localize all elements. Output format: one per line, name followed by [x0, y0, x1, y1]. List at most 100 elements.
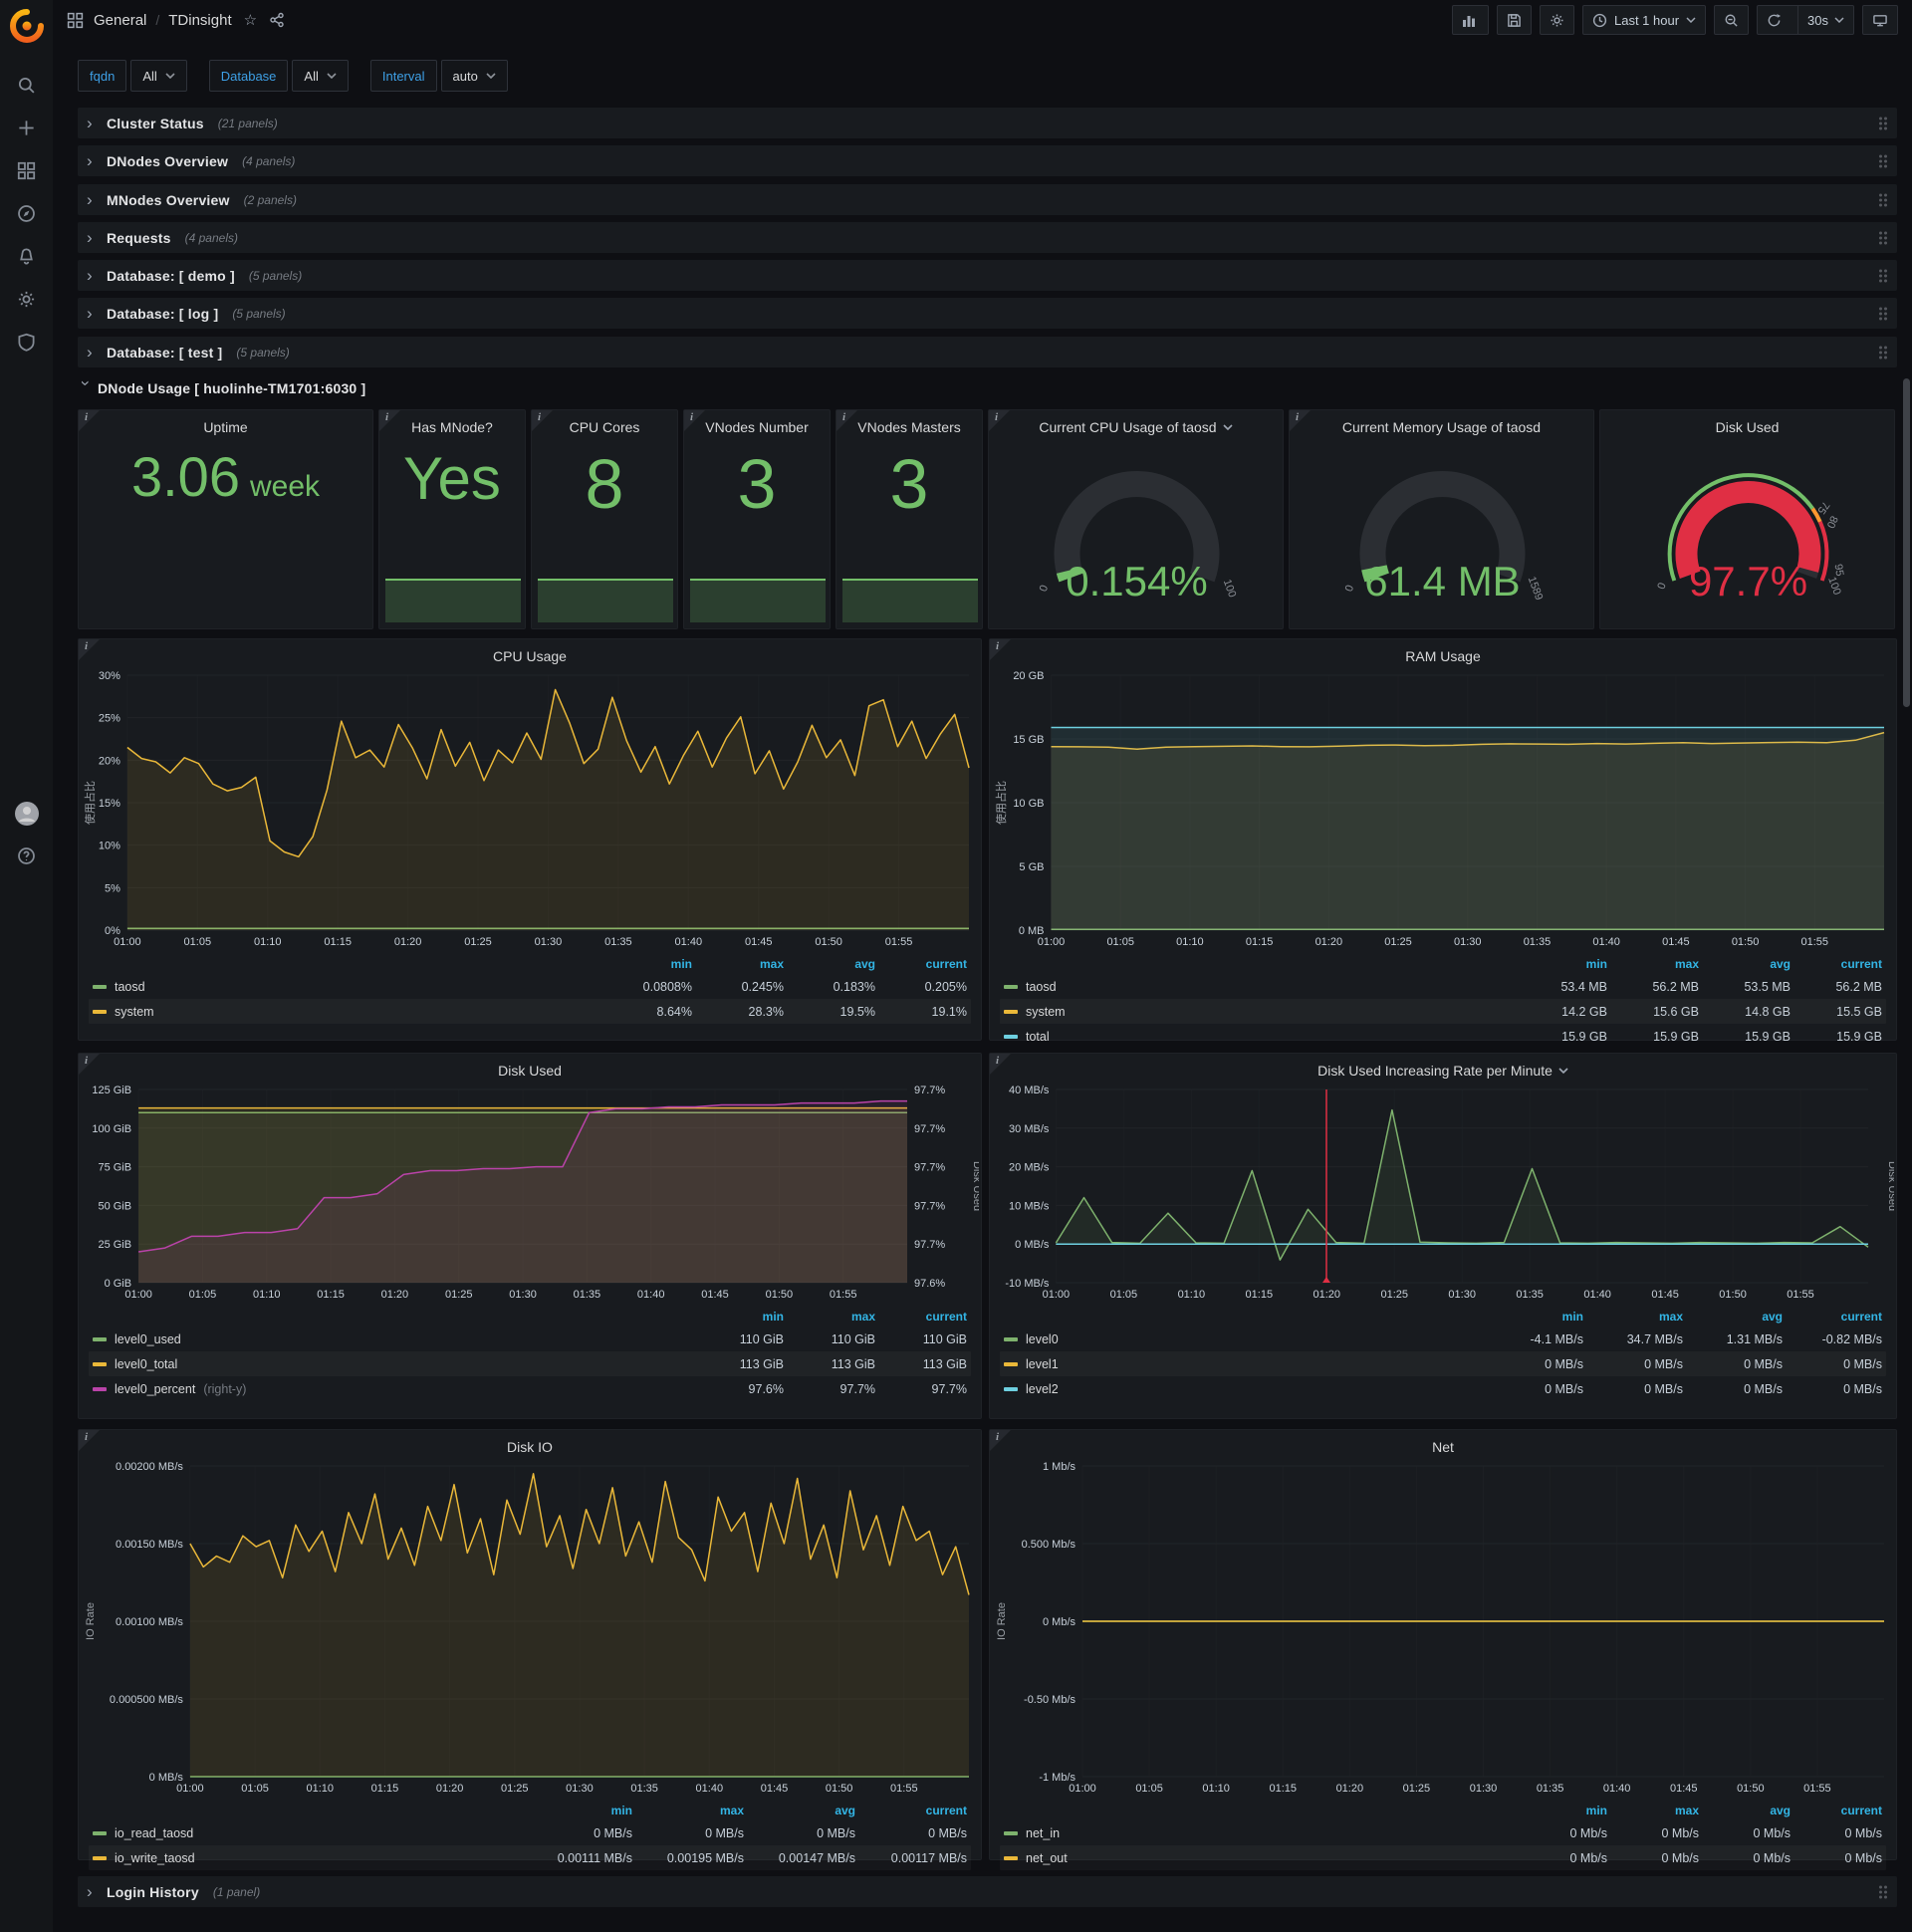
panel-info-corner[interactable]	[1290, 410, 1311, 431]
row-requests[interactable]: › Requests (4 panels)	[78, 222, 1897, 253]
legend-column-header[interactable]: current	[875, 1310, 967, 1324]
panel-info-corner[interactable]	[990, 1430, 1011, 1451]
legend-column-header[interactable]: min	[521, 1804, 632, 1817]
alerting-icon[interactable]	[0, 235, 53, 278]
disk-io-plot[interactable]: 01:00 01:05 01:10 01:15 01:20 01:25 01:30 01:35…	[83, 1458, 977, 1797]
legend-column-header[interactable]: avg	[1683, 1310, 1783, 1324]
legend-column-header[interactable]: min	[1484, 1310, 1583, 1324]
legend-column-header[interactable]: avg	[1699, 1804, 1791, 1817]
panel-title[interactable]: Current CPU Usage of taosd	[989, 410, 1283, 438]
legend-series-name[interactable]: level0_percent (right-y)	[93, 1382, 692, 1396]
row-database-log-[interactable]: › Database: [ log ] (5 panels)	[78, 298, 1897, 329]
legend-column-header[interactable]: min	[600, 957, 692, 971]
legend-series-name[interactable]: net_in	[1004, 1826, 1516, 1840]
legend-series-name[interactable]: level0_total	[93, 1357, 692, 1371]
legend-column-header[interactable]: current	[1791, 957, 1882, 971]
refresh-button[interactable]	[1758, 6, 1791, 34]
row-database-test-[interactable]: › Database: [ test ] (5 panels)	[78, 337, 1897, 367]
search-icon[interactable]	[0, 64, 53, 107]
row-dnode-usage[interactable]: › DNode Usage [ huolinhe-TM1701:6030 ]	[77, 375, 365, 401]
grafana-logo-icon[interactable]	[7, 6, 47, 46]
legend-column-header[interactable]: avg	[784, 957, 875, 971]
panel-info-corner[interactable]	[684, 410, 705, 431]
legend-series-name[interactable]: io_write_taosd	[93, 1851, 521, 1865]
breadcrumb-folder[interactable]: General	[94, 12, 146, 29]
drag-handle-icon[interactable]	[1879, 307, 1887, 320]
legend-series-name[interactable]: taosd	[1004, 980, 1516, 994]
server-admin-shield-icon[interactable]	[0, 321, 53, 363]
legend-series-name[interactable]: level2	[1004, 1382, 1484, 1396]
row-dnodes-overview[interactable]: › DNodes Overview (4 panels)	[78, 145, 1897, 176]
save-dashboard-button[interactable]	[1496, 5, 1532, 35]
legend-column-header[interactable]: current	[855, 1804, 967, 1817]
legend-series-name[interactable]: system	[1004, 1005, 1516, 1019]
drag-handle-icon[interactable]	[1879, 117, 1887, 129]
legend-series-name[interactable]: level1	[1004, 1357, 1484, 1371]
variable-interval-select[interactable]: auto	[440, 60, 508, 92]
row-login-history[interactable]: › Login History (1 panel)	[78, 1876, 1897, 1907]
drag-handle-icon[interactable]	[1879, 1885, 1887, 1898]
time-range-picker[interactable]: Last 1 hour	[1581, 5, 1707, 35]
row-cluster-status[interactable]: › Cluster Status (21 panels)	[78, 108, 1897, 138]
legend-column-header[interactable]: current	[1783, 1310, 1882, 1324]
legend-series-name[interactable]: io_read_taosd	[93, 1826, 521, 1840]
legend-series-name[interactable]: net_out	[1004, 1851, 1516, 1865]
legend-series-name[interactable]: taosd	[93, 980, 600, 994]
legend-column-header[interactable]: min	[692, 1310, 784, 1324]
variable-database-select[interactable]: All	[292, 60, 349, 92]
panel-title[interactable]: Disk Used Increasing Rate per Minute	[990, 1054, 1896, 1082]
breadcrumb-dashboard-title[interactable]: TDinsight	[168, 12, 231, 29]
panel-info-corner[interactable]	[79, 639, 100, 660]
drag-handle-icon[interactable]	[1879, 231, 1887, 244]
drag-handle-icon[interactable]	[1879, 346, 1887, 359]
panel-info-corner[interactable]	[990, 639, 1011, 660]
panel-info-corner[interactable]	[79, 410, 100, 431]
legend-column-header[interactable]: avg	[744, 1804, 855, 1817]
add-panel-button[interactable]	[1451, 5, 1489, 35]
help-icon[interactable]	[0, 835, 53, 877]
drag-handle-icon[interactable]	[1879, 193, 1887, 206]
legend-series-name[interactable]: system	[93, 1005, 600, 1019]
drag-handle-icon[interactable]	[1879, 269, 1887, 282]
star-icon[interactable]: ☆	[244, 11, 257, 29]
explore-icon[interactable]	[0, 192, 53, 235]
user-avatar[interactable]	[0, 792, 53, 835]
legend-column-header[interactable]: min	[1516, 957, 1607, 971]
ram-usage-plot[interactable]: 01:00 01:05 01:10 01:15 01:20 01:25 01:30 01:35…	[994, 667, 1892, 950]
row-mnodes-overview[interactable]: › MNodes Overview (2 panels)	[78, 184, 1897, 215]
zoom-out-time-button[interactable]	[1714, 5, 1750, 35]
panel-info-corner[interactable]	[990, 1054, 1011, 1075]
legend-column-header[interactable]: current	[1791, 1804, 1882, 1817]
disk-used-plot[interactable]: 01:00 01:05 01:10 01:15 01:20 01:25 01:30 01:35…	[83, 1082, 983, 1303]
legend-series-name[interactable]: level0_used	[93, 1332, 692, 1346]
panel-info-corner[interactable]	[989, 410, 1010, 431]
legend-series-name[interactable]: level0	[1004, 1332, 1484, 1346]
create-icon[interactable]	[0, 107, 53, 149]
panel-info-corner[interactable]	[532, 410, 553, 431]
dashboard-settings-button[interactable]	[1539, 5, 1574, 35]
legend-column-header[interactable]: max	[784, 1310, 875, 1324]
row-database-demo-[interactable]: › Database: [ demo ] (5 panels)	[78, 260, 1897, 291]
cpu-usage-plot[interactable]: 01:00 01:05 01:10 01:15 01:20 01:25 01:30 01:35…	[83, 667, 977, 950]
refresh-interval-dropdown[interactable]: 30s	[1797, 6, 1853, 34]
panel-info-corner[interactable]	[379, 410, 400, 431]
dashboards-icon[interactable]	[0, 149, 53, 192]
legend-column-header[interactable]: max	[1607, 957, 1699, 971]
legend-column-header[interactable]: min	[1516, 1804, 1607, 1817]
legend-column-header[interactable]: max	[632, 1804, 744, 1817]
scrollbar-thumb[interactable]	[1903, 378, 1910, 707]
panel-info-corner[interactable]	[79, 1054, 100, 1075]
net-plot[interactable]: 01:00 01:05 01:10 01:15 01:20 01:25 01:30 01:35…	[994, 1458, 1892, 1797]
legend-column-header[interactable]: max	[1583, 1310, 1683, 1324]
share-icon[interactable]	[269, 12, 285, 28]
legend-column-header[interactable]: current	[875, 957, 967, 971]
cycle-view-mode-button[interactable]	[1862, 5, 1898, 35]
configuration-gear-icon[interactable]	[0, 278, 53, 321]
variable-fqdn-select[interactable]: All	[130, 60, 187, 92]
panel-info-corner[interactable]	[836, 410, 857, 431]
legend-column-header[interactable]: max	[692, 957, 784, 971]
drag-handle-icon[interactable]	[1879, 154, 1887, 167]
disk-rate-plot[interactable]: 01:00 01:05 01:10 01:15 01:20 01:25 01:30 01:35…	[994, 1082, 1898, 1303]
legend-column-header[interactable]: max	[1607, 1804, 1699, 1817]
panel-info-corner[interactable]	[79, 1430, 100, 1451]
